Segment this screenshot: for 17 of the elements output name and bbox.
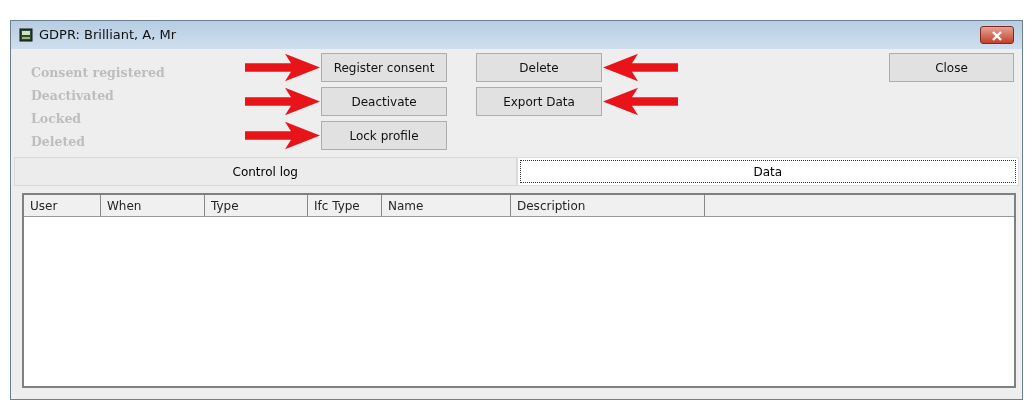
action-button[interactable]: Lock profile [321,121,447,150]
action-button[interactable]: Delete [476,53,602,82]
column-header[interactable]: User [24,195,101,216]
window-title: GDPR: Brilliant, A, Mr [39,26,177,45]
close-icon[interactable] [980,26,1014,44]
column-header[interactable]: Description [511,195,705,216]
column-header[interactable]: Ifc Type [308,195,382,216]
close-button[interactable]: Close [889,53,1014,82]
tab[interactable]: Data [516,157,1019,186]
app-icon [19,28,33,42]
action-button[interactable]: Export Data [476,87,602,116]
column-header[interactable]: Type [205,195,308,216]
column-header[interactable]: When [101,195,205,216]
tab[interactable]: Control log [14,157,517,186]
column-header[interactable]: Name [382,195,511,216]
action-button[interactable]: Deactivate [321,87,447,116]
action-button[interactable]: Register consent [321,53,447,82]
